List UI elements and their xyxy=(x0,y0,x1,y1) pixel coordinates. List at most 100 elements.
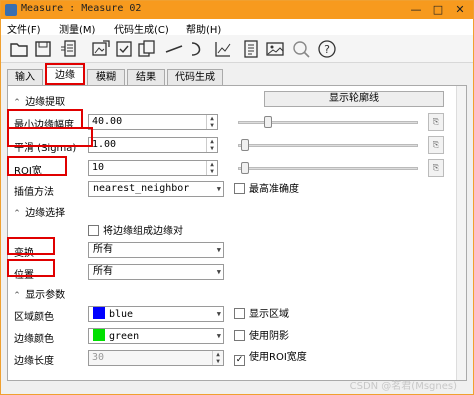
annotation-box-transition xyxy=(7,237,55,255)
spin-arrows-icon[interactable]: ▲ ▼ xyxy=(206,161,217,175)
color-swatch xyxy=(93,307,105,319)
color-swatch xyxy=(93,329,105,341)
reset-icon[interactable]: ⎘ xyxy=(428,159,444,177)
menu-help[interactable]: 帮助(H) xyxy=(186,21,221,36)
checklist-icon[interactable] xyxy=(114,39,134,59)
spin-arrows-icon[interactable]: ▲ ▼ xyxy=(206,138,217,152)
tab-codegen[interactable]: 代码生成 xyxy=(167,69,223,85)
min-amplitude-spinbox[interactable]: 40.00 ▲ ▼ xyxy=(88,114,218,130)
position-select[interactable]: 所有 ▼ xyxy=(88,264,224,280)
section-display-params[interactable]: ⌃ 显示参数 xyxy=(12,286,65,301)
checkbox-box[interactable] xyxy=(234,330,245,341)
interpolation-label: 插值方法 xyxy=(14,187,54,198)
arc-icon[interactable] xyxy=(187,39,207,59)
chevron-up-icon: ⌃ xyxy=(13,209,21,219)
roi-width-slider[interactable] xyxy=(238,161,418,175)
chevron-down-icon: ▼ xyxy=(216,246,221,254)
group-edges-label: 将边缘组成边缘对 xyxy=(103,226,183,237)
edge-length-label: 边缘长度 xyxy=(14,356,54,367)
section-edge-selection[interactable]: ⌃ 边缘选择 xyxy=(12,204,65,219)
roi-width-spinbox[interactable]: 10 ▲ ▼ xyxy=(88,160,218,176)
copy-icon[interactable] xyxy=(137,39,157,59)
interpolation-select[interactable]: nearest_neighbor ▼ xyxy=(88,181,224,197)
menu-measure[interactable]: 测量(M) xyxy=(59,21,95,36)
spin-arrows-icon[interactable]: ▲ ▼ xyxy=(212,351,223,365)
position-value: 所有 xyxy=(93,266,113,277)
section-title: 显示参数 xyxy=(25,290,66,301)
checkbox-box[interactable] xyxy=(88,225,99,236)
chart-icon[interactable] xyxy=(213,39,233,59)
checkbox-box[interactable] xyxy=(234,308,245,319)
chevron-down-icon: ▼ xyxy=(216,185,221,193)
transition-value: 所有 xyxy=(93,244,113,255)
use-shadow-checkbox[interactable]: 使用阴影 xyxy=(234,330,289,343)
zoom-region-icon[interactable] xyxy=(291,39,311,59)
menu-file[interactable]: 文件(F) xyxy=(7,21,41,36)
line-icon[interactable] xyxy=(164,39,184,59)
edge-length-spinbox[interactable]: 30 ▲ ▼ xyxy=(88,350,224,366)
maximize-button[interactable]: □ xyxy=(427,1,449,19)
image-icon[interactable] xyxy=(265,39,285,59)
show-region-checkbox[interactable]: 显示区域 xyxy=(234,308,289,321)
image-measure-icon[interactable] xyxy=(91,39,111,59)
use-roi-width-checkbox[interactable]: ✓ 使用ROI宽度 xyxy=(234,352,307,366)
document-list-icon[interactable] xyxy=(59,39,79,59)
app-icon xyxy=(5,4,17,16)
section-edge-extraction[interactable]: ⌃ 边缘提取 xyxy=(12,93,65,108)
application-window: Measure : Measure 02 — □ ✕ 文件(F) 测量(M) 代… xyxy=(0,0,474,395)
reset-icon[interactable]: ⎘ xyxy=(428,136,444,154)
panel-scrollbar[interactable] xyxy=(456,86,466,380)
watermark: CSDN @茗君(Msgnes) xyxy=(349,381,457,392)
reset-icon[interactable]: ⎘ xyxy=(428,113,444,131)
slider-thumb[interactable] xyxy=(241,162,249,174)
smoothing-slider[interactable] xyxy=(238,138,418,152)
edge-color-value: green xyxy=(109,331,140,342)
smoothing-spinbox[interactable]: 1.00 ▲ ▼ xyxy=(88,137,218,153)
section-title: 边缘选择 xyxy=(25,208,66,219)
show-contour-button[interactable]: 显示轮廓线 xyxy=(264,91,444,107)
chevron-up-icon: ⌃ xyxy=(13,291,21,301)
chevron-down-icon: ▼ xyxy=(216,268,221,276)
chevron-down-icon: ▼ xyxy=(216,310,221,318)
tab-input[interactable]: 输入 xyxy=(7,69,43,85)
group-edges-checkbox[interactable]: 将边缘组成边缘对 xyxy=(88,225,183,238)
help-icon[interactable]: ? xyxy=(317,39,337,59)
title-bar[interactable]: Measure : Measure 02 — □ ✕ xyxy=(1,1,473,19)
use-roi-width-label: 使用ROI宽度 xyxy=(249,352,307,363)
close-button[interactable]: ✕ xyxy=(449,1,471,19)
minimize-button[interactable]: — xyxy=(405,1,427,19)
menu-codegen[interactable]: 代码生成(C) xyxy=(114,21,169,36)
section-title: 边缘提取 xyxy=(25,97,66,108)
spin-arrows-icon[interactable]: ▲ ▼ xyxy=(206,115,217,129)
folder-open-icon[interactable] xyxy=(9,39,29,59)
use-shadow-label: 使用阴影 xyxy=(249,331,289,342)
region-color-select[interactable]: blue ▼ xyxy=(88,306,224,322)
tab-blur[interactable]: 模糊 xyxy=(87,69,125,85)
max-precision-checkbox[interactable]: 最高准确度 xyxy=(234,183,299,196)
save-icon[interactable] xyxy=(33,39,53,59)
edge-color-select[interactable]: green ▼ xyxy=(88,328,224,344)
annotation-box-smoothing xyxy=(7,127,93,147)
chevron-down-icon: ▼ xyxy=(216,332,221,340)
svg-text:?: ? xyxy=(324,43,330,56)
transition-select[interactable]: 所有 ▼ xyxy=(88,242,224,258)
annotation-box-amplitude xyxy=(7,109,83,129)
report-icon[interactable] xyxy=(241,39,261,59)
slider-thumb[interactable] xyxy=(241,139,249,151)
checkbox-box[interactable] xyxy=(234,183,245,194)
menu-bar: 文件(F) 测量(M) 代码生成(C) 帮助(H) xyxy=(1,19,473,36)
region-color-value: blue xyxy=(109,309,134,320)
chevron-up-icon: ⌃ xyxy=(13,98,21,108)
slider-thumb[interactable] xyxy=(264,116,272,128)
show-region-label: 显示区域 xyxy=(249,309,289,320)
min-amplitude-value: 40.00 xyxy=(92,116,123,127)
tab-result[interactable]: 结果 xyxy=(127,69,165,85)
toolbar: ? xyxy=(1,35,473,63)
checkbox-box[interactable]: ✓ xyxy=(234,355,245,366)
annotation-box-tab xyxy=(45,63,85,85)
min-amplitude-slider[interactable] xyxy=(238,115,418,129)
region-color-label: 区域颜色 xyxy=(14,312,54,323)
edge-color-label: 边缘颜色 xyxy=(14,334,54,345)
window-title: Measure : Measure 02 xyxy=(21,3,142,14)
roi-width-value: 10 xyxy=(92,162,105,173)
